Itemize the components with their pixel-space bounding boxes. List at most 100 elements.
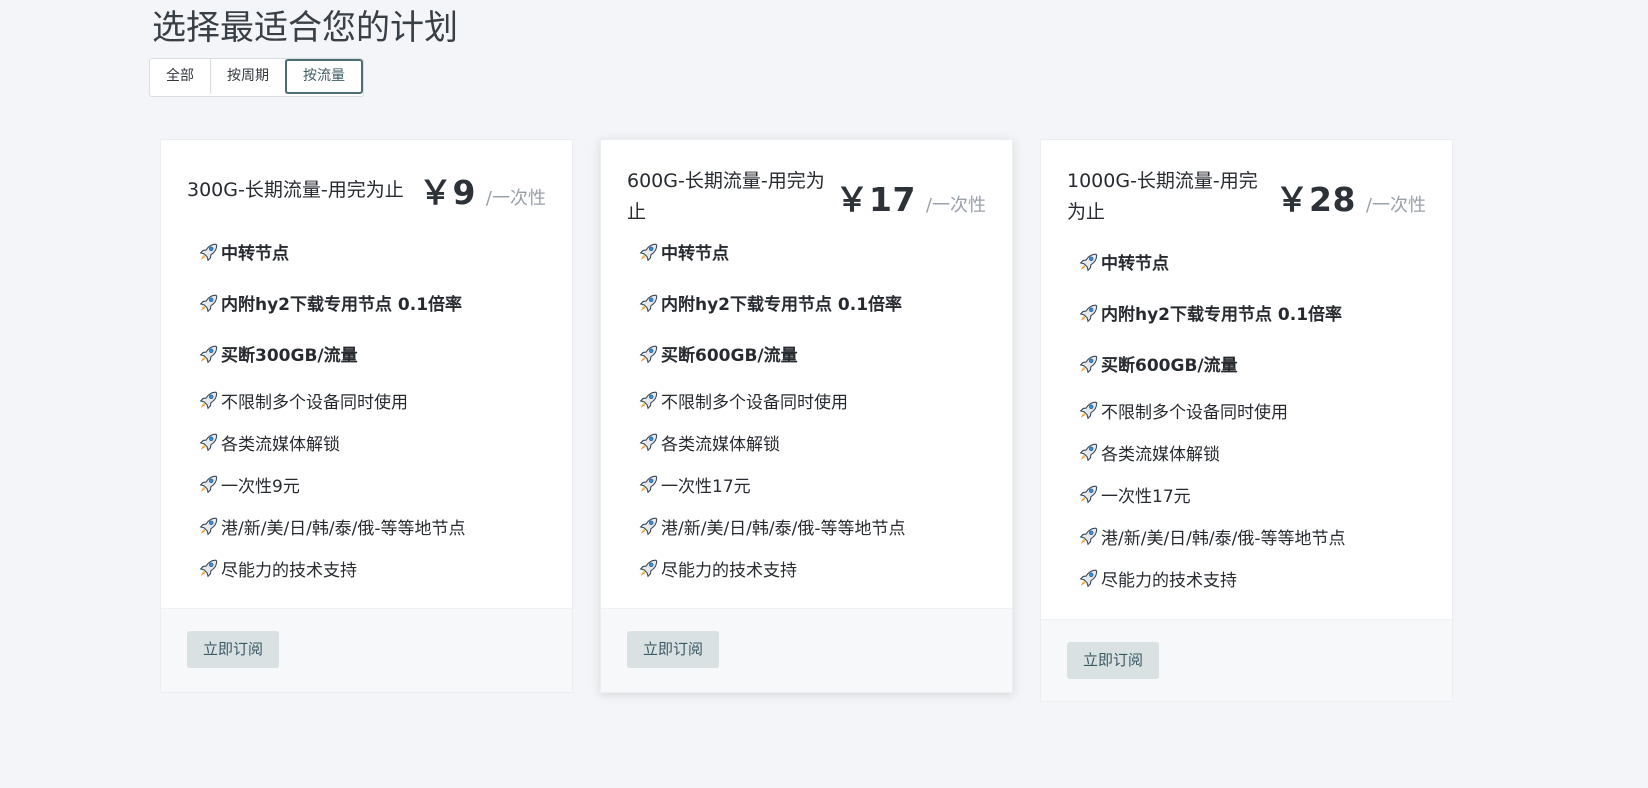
feature-item: 一次性9元: [197, 463, 552, 505]
plan-period: /一次性: [925, 195, 986, 216]
feature-text: 尽能力的技术支持: [221, 560, 357, 581]
rocket-icon: [199, 243, 218, 261]
feature-item: 内附hy2下载专用节点 0.1倍率: [1077, 287, 1432, 338]
feature-item: 港/新/美/日/韩/泰/俄-等等地节点: [197, 505, 552, 547]
plan-price-group: ￥17 /一次性: [835, 173, 986, 221]
feature-list: 中转节点 内附hy2下载专用节点 0.1倍率 买断600GB/流量 不限制多个设…: [637, 226, 992, 589]
feature-item: 中转节点: [197, 226, 552, 277]
feature-item: 买断300GB/流量: [197, 328, 552, 379]
rocket-icon: [639, 391, 658, 410]
feature-text: 中转节点: [661, 244, 729, 264]
card-footer: 立即订阅: [1041, 619, 1452, 701]
feature-text: 港/新/美/日/韩/泰/俄-等等地节点: [661, 518, 906, 539]
subscribe-button[interactable]: 立即订阅: [1067, 642, 1160, 679]
plan-price: ￥17: [835, 180, 916, 219]
pricing-page: 选择最适合您的计划 全部 按周期 按流量 300G-长期流量-用完为止 ￥9 /…: [0, 0, 1648, 788]
feature-item: 一次性17元: [637, 463, 992, 505]
feature-text: 中转节点: [221, 244, 289, 264]
feature-item: 尽能力的技术支持: [637, 547, 992, 589]
feature-text: 各类流媒体解锁: [661, 434, 780, 455]
rocket-icon: [199, 559, 218, 578]
rocket-icon: [639, 243, 658, 261]
feature-text: 不限制多个设备同时使用: [1101, 402, 1288, 423]
rocket-icon: [1079, 485, 1098, 504]
feature-text: 买断300GB/流量: [221, 346, 358, 366]
plan-period: /一次性: [1365, 195, 1426, 216]
feature-item: 各类流媒体解锁: [637, 421, 992, 463]
feature-item: 内附hy2下载专用节点 0.1倍率: [637, 277, 992, 328]
card-footer: 立即订阅: [161, 608, 572, 692]
feature-text: 买断600GB/流量: [1101, 356, 1238, 376]
rocket-icon: [1079, 443, 1098, 462]
card-footer: 立即订阅: [601, 608, 1012, 692]
plan-price: ￥9: [418, 173, 476, 212]
plan-price-group: ￥28 /一次性: [1275, 173, 1426, 221]
feature-item: 一次性17元: [1077, 473, 1432, 515]
feature-text: 一次性17元: [661, 476, 751, 497]
rocket-icon: [639, 559, 658, 578]
feature-item: 各类流媒体解锁: [1077, 431, 1432, 473]
rocket-icon: [199, 475, 218, 494]
feature-item: 不限制多个设备同时使用: [197, 379, 552, 421]
feature-text: 港/新/美/日/韩/泰/俄-等等地节点: [1101, 528, 1346, 549]
filter-by-traffic-button[interactable]: 按流量: [285, 59, 363, 94]
plan-header: 1000G-长期流量-用完为止 ￥28 /一次性: [1067, 166, 1426, 228]
plan-filter-tabs: 全部 按周期 按流量: [149, 58, 364, 97]
rocket-icon: [1079, 569, 1098, 588]
rocket-icon: [1079, 355, 1098, 373]
feature-item: 不限制多个设备同时使用: [637, 379, 992, 421]
feature-text: 一次性9元: [221, 476, 300, 497]
plan-name: 600G-长期流量-用完为止: [627, 170, 825, 223]
feature-item: 内附hy2下载专用节点 0.1倍率: [197, 277, 552, 328]
feature-item: 各类流媒体解锁: [197, 421, 552, 463]
feature-item: 不限制多个设备同时使用: [1077, 389, 1432, 431]
plan-card-300g: 300G-长期流量-用完为止 ￥9 /一次性 中转节点 内附hy2下载专用节点 …: [160, 139, 573, 693]
feature-text: 尽能力的技术支持: [661, 560, 797, 581]
rocket-icon: [199, 391, 218, 410]
plan-card-1000g: 1000G-长期流量-用完为止 ￥28 /一次性 中转节点 内附hy2下载专用节…: [1040, 139, 1453, 702]
feature-text: 不限制多个设备同时使用: [661, 392, 848, 413]
filter-by-period-button[interactable]: 按周期: [211, 59, 286, 94]
feature-item: 买断600GB/流量: [637, 328, 992, 379]
rocket-icon: [1079, 304, 1098, 322]
subscribe-button[interactable]: 立即订阅: [187, 631, 280, 668]
filter-all-button[interactable]: 全部: [150, 59, 211, 94]
plan-header: 300G-长期流量-用完为止 ￥9 /一次性: [187, 166, 546, 214]
feature-item: 尽能力的技术支持: [197, 547, 552, 589]
feature-list: 中转节点 内附hy2下载专用节点 0.1倍率 买断600GB/流量 不限制多个设…: [1077, 236, 1432, 599]
rocket-icon: [639, 294, 658, 312]
plan-card-600g: 600G-长期流量-用完为止 ￥17 /一次性 中转节点 内附hy2下载专用节点…: [600, 139, 1013, 693]
plan-price: ￥28: [1275, 180, 1356, 219]
rocket-icon: [199, 294, 218, 312]
subscribe-button[interactable]: 立即订阅: [627, 631, 720, 668]
feature-text: 内附hy2下载专用节点 0.1倍率: [221, 295, 463, 315]
rocket-icon: [1079, 401, 1098, 420]
plan-header: 600G-长期流量-用完为止 ￥17 /一次性: [627, 166, 986, 228]
rocket-icon: [1079, 253, 1098, 271]
feature-text: 不限制多个设备同时使用: [221, 392, 408, 413]
rocket-icon: [199, 345, 218, 363]
rocket-icon: [639, 345, 658, 363]
rocket-icon: [639, 517, 658, 536]
feature-text: 买断600GB/流量: [661, 346, 798, 366]
rocket-icon: [199, 517, 218, 536]
feature-text: 各类流媒体解锁: [1101, 444, 1220, 465]
plan-price-group: ￥9 /一次性: [419, 166, 546, 214]
feature-text: 中转节点: [1101, 254, 1169, 274]
rocket-icon: [1079, 527, 1098, 546]
feature-item: 中转节点: [637, 226, 992, 277]
feature-item: 港/新/美/日/韩/泰/俄-等等地节点: [1077, 515, 1432, 557]
rocket-icon: [639, 475, 658, 494]
feature-text: 内附hy2下载专用节点 0.1倍率: [661, 295, 903, 315]
feature-text: 港/新/美/日/韩/泰/俄-等等地节点: [221, 518, 466, 539]
rocket-icon: [199, 433, 218, 452]
feature-text: 一次性17元: [1101, 486, 1191, 507]
feature-item: 中转节点: [1077, 236, 1432, 287]
feature-text: 尽能力的技术支持: [1101, 570, 1237, 591]
plan-name: 1000G-长期流量-用完为止: [1067, 170, 1258, 223]
feature-list: 中转节点 内附hy2下载专用节点 0.1倍率 买断300GB/流量 不限制多个设…: [197, 226, 552, 589]
feature-text: 各类流媒体解锁: [221, 434, 340, 455]
feature-item: 尽能力的技术支持: [1077, 557, 1432, 599]
plan-period: /一次性: [485, 188, 546, 209]
rocket-icon: [639, 433, 658, 452]
